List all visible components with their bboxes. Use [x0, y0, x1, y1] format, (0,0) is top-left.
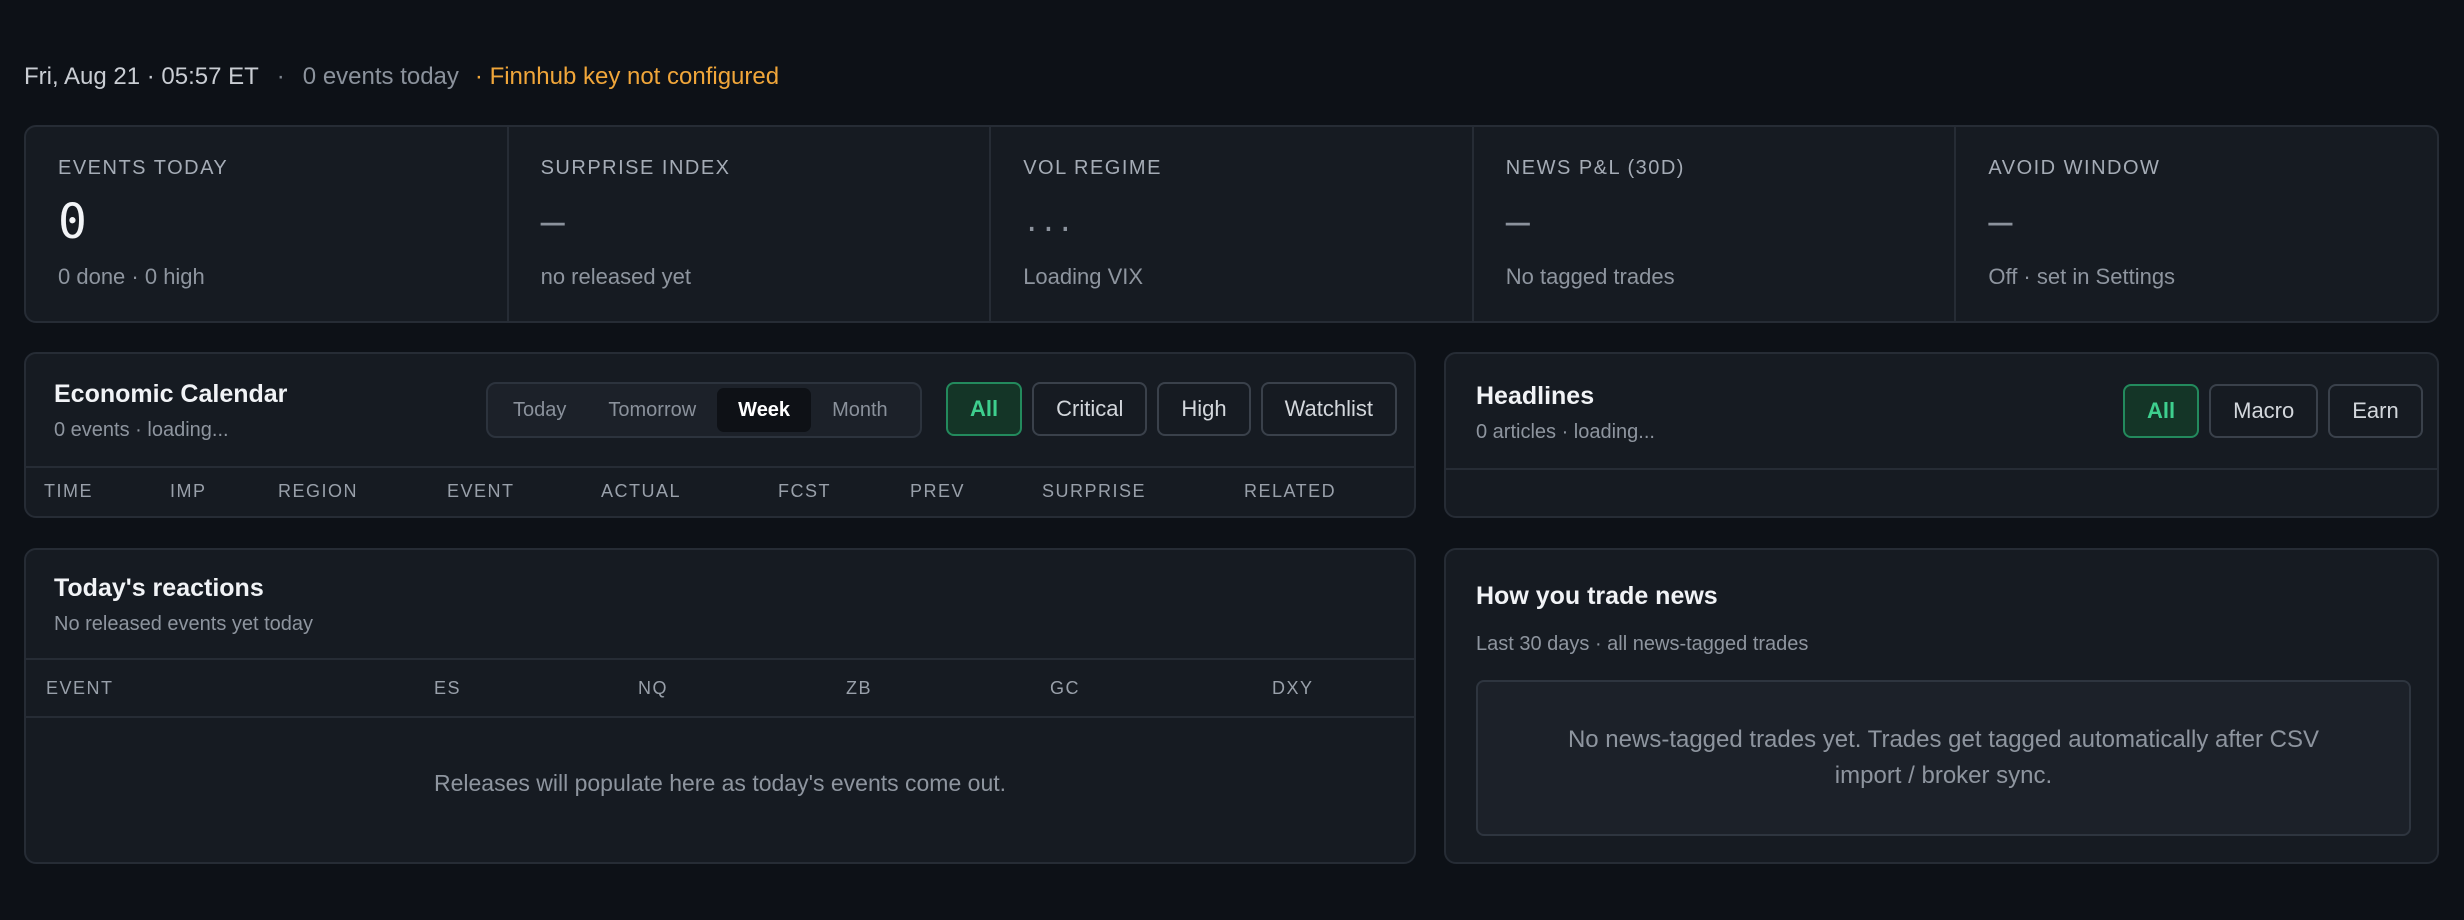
stat-vol-regime: VOL REGIME ... Loading VIX: [991, 127, 1474, 321]
filter-all[interactable]: All: [2123, 384, 2200, 438]
col-zb[interactable]: ZB: [846, 678, 872, 699]
col-fcst[interactable]: FCST: [778, 481, 831, 502]
trade-news-panel: How you trade news Last 30 days · all ne…: [1444, 548, 2439, 864]
stat-sub: no released yet: [540, 264, 692, 289]
filter-critical[interactable]: Critical: [1032, 382, 1148, 436]
panel-header: Economic Calendar 0 events · loading...: [54, 380, 287, 442]
col-gc[interactable]: GC: [1050, 678, 1080, 699]
panel-title: Today's reactions: [54, 574, 264, 602]
col-actual[interactable]: ACTUAL: [601, 481, 681, 502]
api-key-warning: · Finnhub key not configured: [474, 63, 780, 90]
headlines-divider: [1446, 468, 2437, 518]
filter-high[interactable]: High: [1157, 382, 1251, 436]
stat-label: AVOID WINDOW: [1988, 157, 2161, 179]
stat-sub: Off · set in Settings: [1988, 264, 2176, 289]
panel-header: Headlines 0 articles · loading...: [1476, 382, 1655, 444]
status-bar: Fri, Aug 21 · 05:57 ET · 0 events today …: [24, 60, 779, 94]
reactions-table-header: EVENT ES NQ ZB GC DXY: [26, 658, 1414, 718]
col-event[interactable]: EVENT: [447, 481, 515, 502]
stat-value: 0: [58, 194, 87, 250]
panel-title: How you trade news: [1476, 582, 1718, 610]
panel-title: Economic Calendar: [54, 380, 288, 408]
economic-calendar-panel: Economic Calendar 0 events · loading... …: [24, 352, 1416, 518]
stat-sub: No tagged trades: [1505, 264, 1675, 289]
col-nq[interactable]: NQ: [638, 678, 668, 699]
panel-header: Today's reactions No released events yet…: [54, 574, 313, 636]
panel-title: Headlines: [1476, 382, 1595, 410]
panel-subtitle: No released events yet today: [54, 613, 314, 635]
stat-label: EVENTS TODAY: [58, 157, 229, 179]
range-tomorrow[interactable]: Tomorrow: [587, 388, 717, 432]
filter-macro[interactable]: Macro: [2209, 384, 2319, 438]
range-week[interactable]: Week: [717, 388, 812, 432]
news-dashboard: Fri, Aug 21 · 05:57 ET · 0 events today …: [0, 0, 2464, 920]
stat-value: —: [1505, 199, 1530, 245]
col-dxy[interactable]: DXY: [1272, 678, 1314, 699]
reactions-panel: Today's reactions No released events yet…: [24, 548, 1416, 864]
filter-earn[interactable]: Earn: [2328, 384, 2423, 438]
current-datetime: Fri, Aug 21 · 05:57 ET: [24, 63, 259, 90]
importance-filters: All Critical High Watchlist: [946, 382, 1398, 436]
panel-subtitle: 0 articles · loading...: [1476, 421, 1655, 443]
stat-avoid-window: AVOID WINDOW — Off · set in Settings: [1956, 127, 2437, 321]
stat-label: SURPRISE INDEX: [540, 157, 731, 179]
col-time[interactable]: TIME: [44, 481, 93, 502]
range-month[interactable]: Month: [811, 388, 909, 432]
col-prev[interactable]: PREV: [910, 481, 965, 502]
stat-news-pnl: NEWS P&L (30D) — No tagged trades: [1474, 127, 1957, 321]
panel-header: How you trade news Last 30 days · all ne…: [1476, 582, 1808, 656]
filter-watchlist[interactable]: Watchlist: [1260, 382, 1398, 436]
stat-surprise-index: SURPRISE INDEX — no released yet: [509, 127, 992, 321]
stat-label: VOL REGIME: [1023, 157, 1162, 179]
stat-value: ...: [1023, 205, 1074, 238]
col-surprise[interactable]: SURPRISE: [1042, 481, 1146, 502]
stat-value: —: [540, 199, 565, 245]
empty-state: Releases will populate here as today's e…: [433, 770, 1007, 796]
headline-filters: All Macro Earn: [2123, 384, 2423, 438]
calendar-table-header: TIME IMP REGION EVENT ACTUAL FCST PREV S…: [26, 466, 1414, 514]
filter-all[interactable]: All: [946, 382, 1023, 436]
col-es[interactable]: ES: [434, 678, 461, 699]
panel-subtitle: 0 events · loading...: [54, 419, 229, 441]
range-today[interactable]: Today: [492, 388, 587, 432]
stat-value: —: [1988, 199, 2013, 245]
stat-sub: Loading VIX: [1023, 264, 1144, 289]
panel-subtitle: Last 30 days · all news-tagged trades: [1476, 633, 1809, 655]
stat-events-today: EVENTS TODAY 0 0 done · 0 high: [26, 127, 509, 321]
headlines-panel: Headlines 0 articles · loading... All Ma…: [1444, 352, 2439, 518]
separator: ·: [276, 63, 285, 90]
stats-strip: EVENTS TODAY 0 0 done · 0 high SURPRISE …: [24, 125, 2439, 323]
col-region[interactable]: REGION: [278, 481, 358, 502]
stat-sub: 0 done · 0 high: [58, 264, 205, 289]
stat-label: NEWS P&L (30D): [1505, 157, 1685, 179]
range-selector: Today Tomorrow Week Month: [486, 382, 922, 438]
events-today-count: 0 events today: [302, 63, 459, 90]
col-related[interactable]: RELATED: [1244, 481, 1336, 502]
col-imp[interactable]: IMP: [170, 481, 207, 502]
col-event[interactable]: EVENT: [46, 678, 114, 699]
empty-state: No news-tagged trades yet. Trades get ta…: [1476, 680, 2411, 836]
